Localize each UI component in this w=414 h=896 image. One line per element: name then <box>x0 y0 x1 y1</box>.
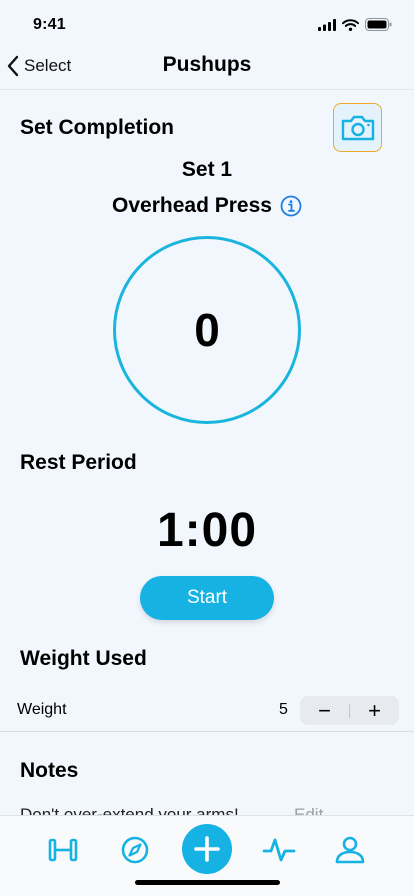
weight-stepper: − + <box>300 696 399 725</box>
info-icon[interactable] <box>280 195 302 217</box>
start-button[interactable]: Start <box>140 576 274 620</box>
rep-count: 0 <box>194 304 220 356</box>
camera-button[interactable] <box>333 103 382 152</box>
set-completion-title: Set Completion <box>20 116 175 139</box>
camera-icon <box>341 115 374 140</box>
tab-activity[interactable] <box>259 830 299 870</box>
set-number-label: Set 1 <box>181 158 233 181</box>
weight-label: Weight <box>17 701 67 718</box>
add-button[interactable] <box>182 824 232 874</box>
navigation-bar: Select Pushups <box>0 44 414 90</box>
tab-profile[interactable] <box>330 830 370 870</box>
dumbbell-icon <box>48 838 78 862</box>
signal-icon <box>318 18 336 31</box>
tab-workouts[interactable] <box>43 830 83 870</box>
weight-row: Weight 5 − + <box>0 690 414 732</box>
notes-title: Notes <box>20 759 79 782</box>
wifi-icon <box>342 18 359 31</box>
status-bar: 9:41 <box>0 0 414 48</box>
activity-pulse-icon <box>262 838 296 862</box>
status-icons <box>318 18 392 31</box>
tab-explore[interactable] <box>115 830 155 870</box>
rep-counter-circle[interactable]: 0 <box>113 236 301 424</box>
weight-used-title: Weight Used <box>20 647 147 670</box>
add-icon <box>194 836 220 862</box>
exercise-name: Overhead Press <box>112 194 272 217</box>
exercise-row: Overhead Press <box>0 194 414 218</box>
increment-button[interactable]: + <box>350 696 399 725</box>
compass-icon <box>121 836 149 864</box>
home-indicator <box>135 880 280 885</box>
page-title: Pushups <box>162 53 252 76</box>
rest-period-title: Rest Period <box>20 451 137 474</box>
rest-timer: 1:00 <box>156 504 258 557</box>
battery-icon <box>365 18 392 31</box>
profile-icon <box>335 836 365 864</box>
weight-value: 5 <box>279 701 288 718</box>
status-time: 9:41 <box>33 16 66 33</box>
decrement-button[interactable]: − <box>300 696 349 725</box>
